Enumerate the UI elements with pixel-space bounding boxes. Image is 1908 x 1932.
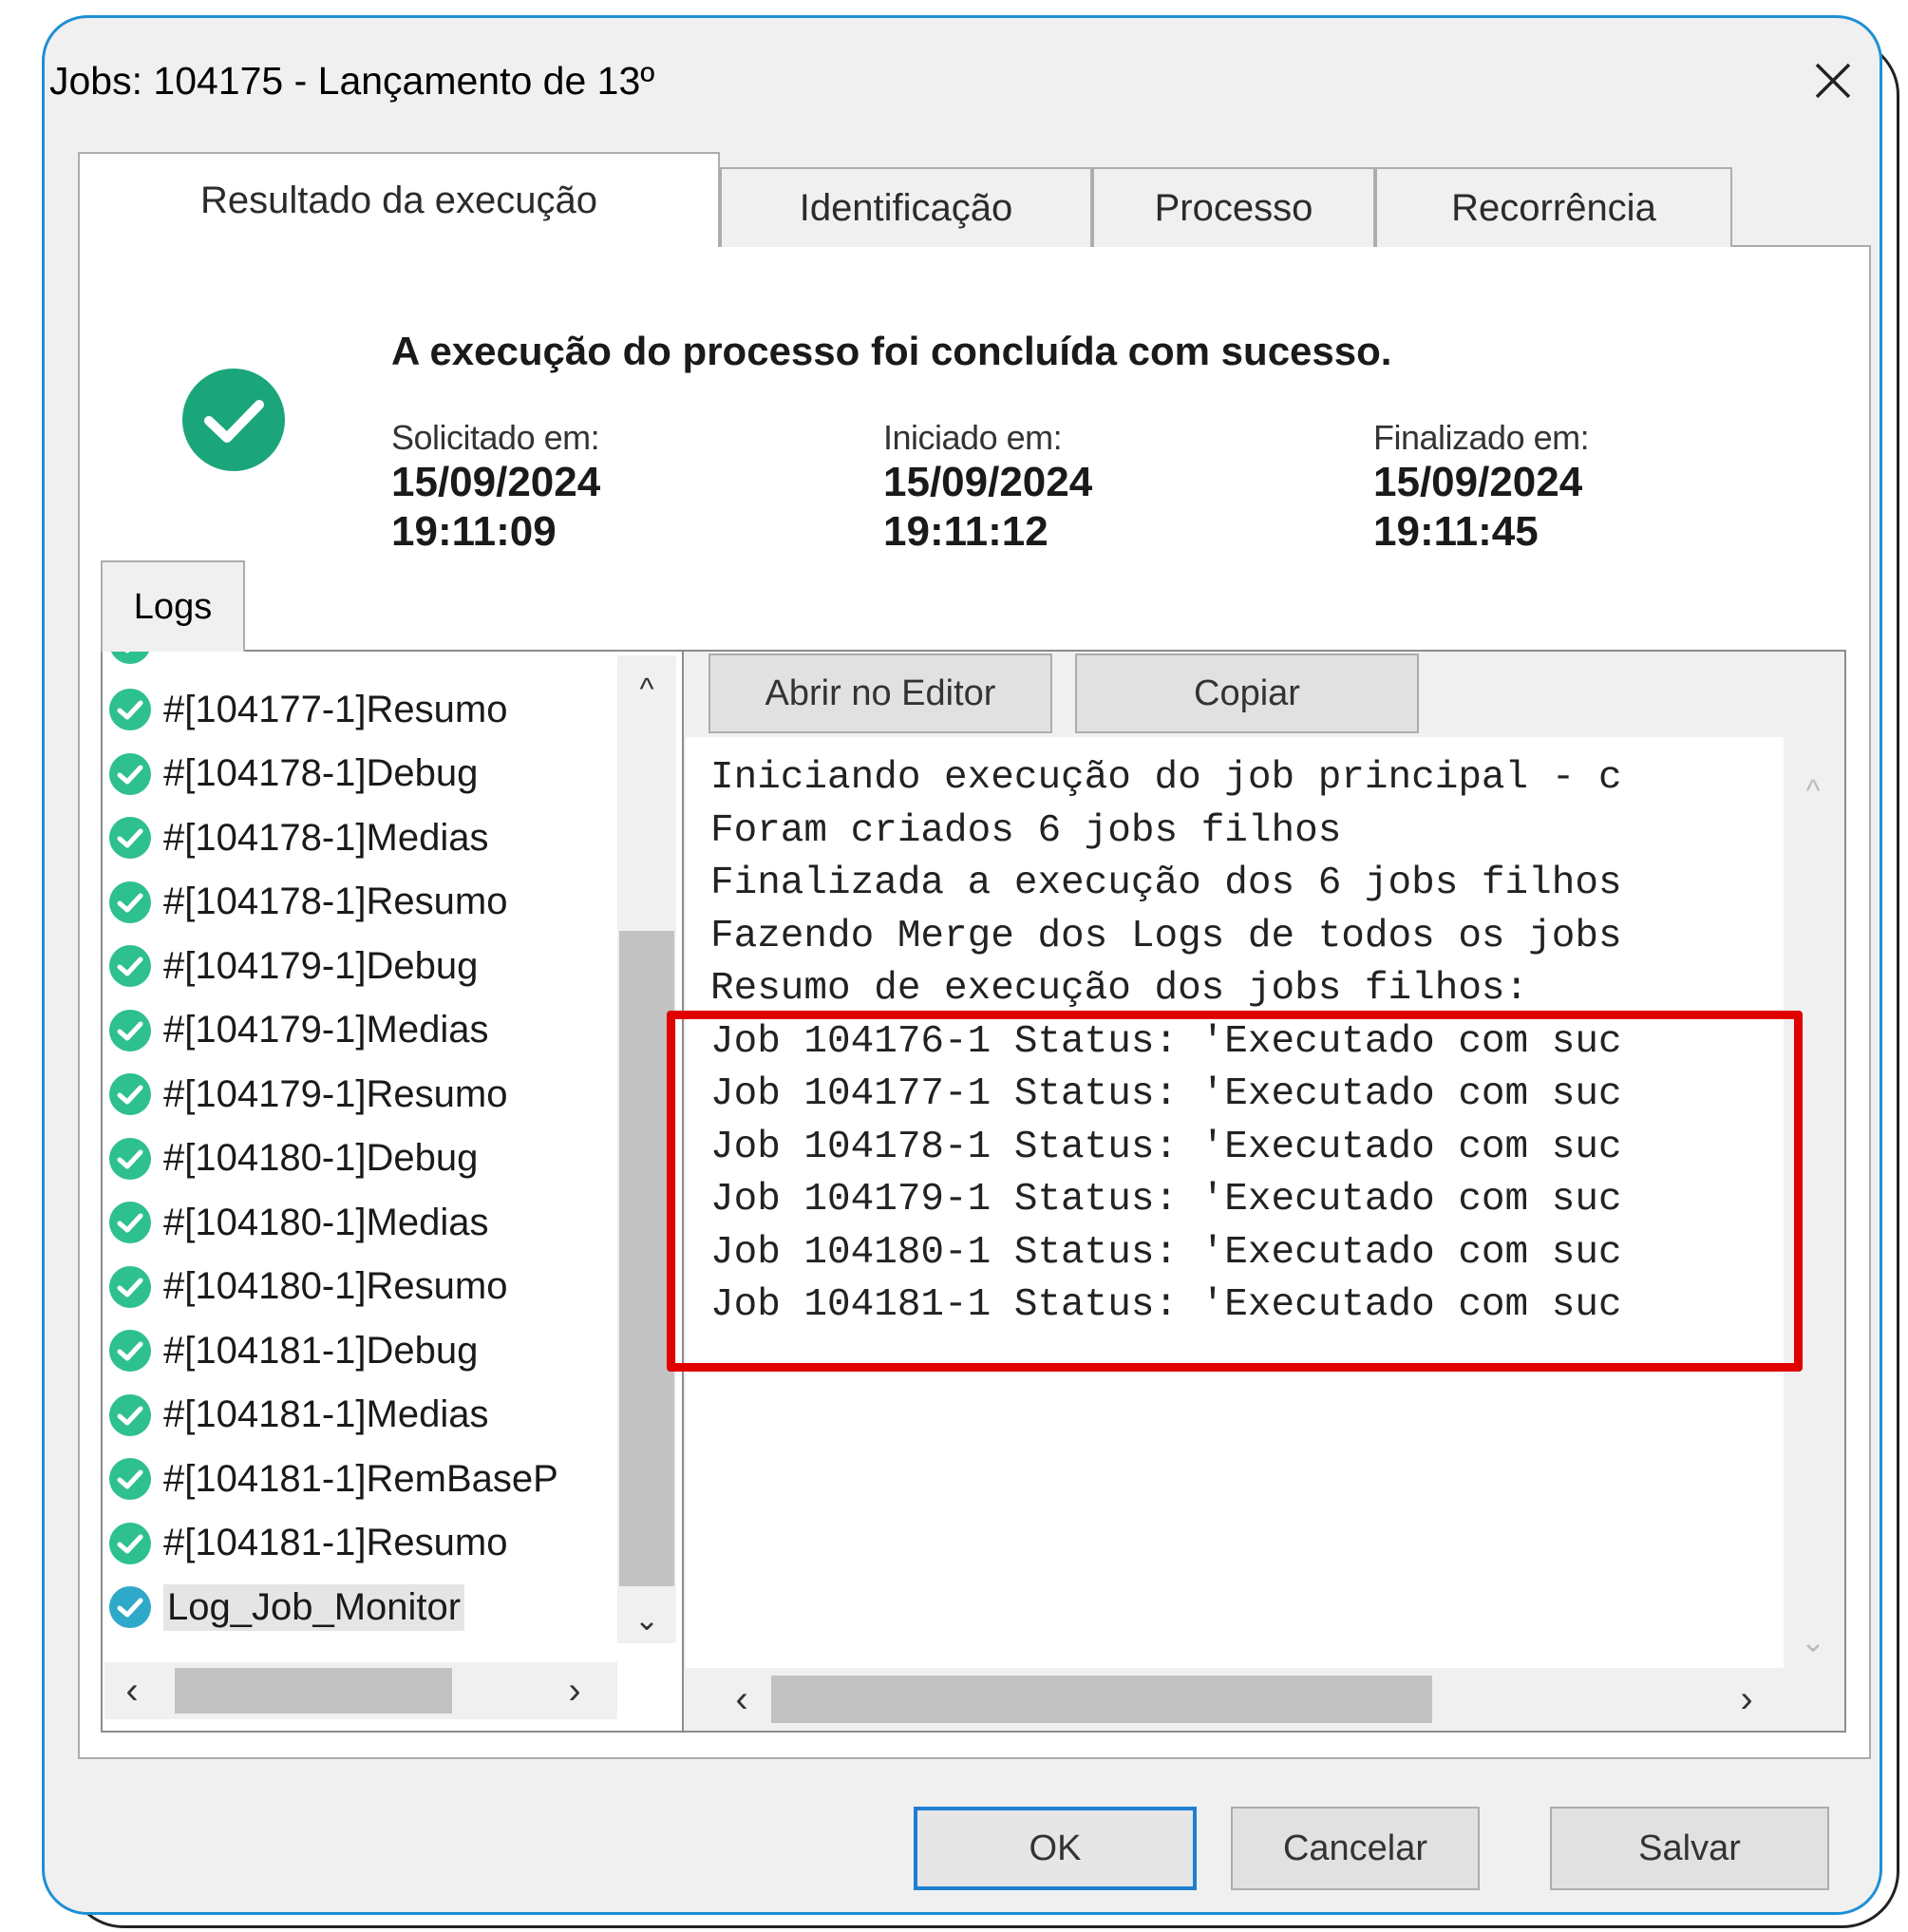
tab-logs[interactable]: Logs <box>101 560 245 652</box>
log-list-item[interactable]: #[104179-1]Resumo <box>108 1065 507 1124</box>
started-time: 19:11:12 <box>883 508 1048 555</box>
scroll-left-arrow-icon[interactable]: ‹ <box>108 1664 156 1717</box>
log-list-item[interactable]: #[104181-1]Debug <box>108 1321 478 1380</box>
save-button[interactable]: Salvar <box>1550 1807 1829 1890</box>
tab-processo[interactable]: Processo <box>1092 167 1375 247</box>
check-circle-icon <box>109 1586 151 1628</box>
finished-label: Finalizado em: <box>1373 418 1590 457</box>
log-list-item[interactable]: #[104178-1]Resumo <box>108 873 507 932</box>
highlight-annotation-box <box>667 1011 1803 1372</box>
console-line: Finalizada a execução dos 6 jobs filhos <box>710 862 1622 905</box>
log-list-item-label: #[104181-1]Debug <box>163 1329 479 1372</box>
requested-time: 19:11:09 <box>391 508 557 555</box>
log-list-item[interactable]: #[104180-1]Debug <box>108 1129 478 1188</box>
log-list-item-partial <box>108 652 163 672</box>
open-in-editor-button[interactable]: Abrir no Editor <box>708 653 1052 733</box>
log-list-item-label: #[104179-1]Medias <box>163 1009 489 1051</box>
log-list-item-label: #[104178-1]Resumo <box>163 881 508 922</box>
scroll-up-arrow-icon[interactable]: ^ <box>617 665 676 712</box>
check-circle-icon <box>109 1330 151 1372</box>
check-circle-icon <box>109 1137 151 1180</box>
tab-identificacao[interactable]: Identificação <box>720 167 1092 247</box>
console-line: Fazendo Merge dos Logs de todos os jobs <box>710 914 1622 958</box>
log-list-item-label: #[104178-1]Debug <box>163 752 479 794</box>
check-circle-icon <box>109 752 151 795</box>
requested-label: Solicitado em: <box>391 418 600 457</box>
check-circle-icon <box>109 1522 151 1564</box>
requested-date: 15/09/2024 <box>391 459 601 505</box>
log-list-item[interactable]: #[104178-1]Debug <box>108 745 478 804</box>
cancel-button[interactable]: Cancelar <box>1231 1807 1480 1890</box>
console-line: Foram criados 6 jobs filhos <box>710 808 1342 853</box>
log-list-item[interactable]: #[104179-1]Medias <box>108 1001 488 1060</box>
log-list-item-label: #[104179-1]Debug <box>163 944 479 987</box>
check-circle-icon <box>109 1458 151 1500</box>
log-list-item-label: #[104178-1]Medias <box>163 816 489 859</box>
log-list-item[interactable]: #[104178-1]Medias <box>108 808 488 867</box>
scroll-right-arrow-icon[interactable]: › <box>551 1664 598 1717</box>
console-line: Resumo de execução dos jobs filhos: <box>710 967 1529 1011</box>
scroll-down-arrow-icon[interactable]: ⌄ <box>617 1596 676 1643</box>
console-scroll-left-arrow-icon[interactable]: ‹ <box>718 1672 765 1727</box>
log-list-item-label: #[104180-1]Medias <box>163 1201 489 1243</box>
log-list-hscroll-thumb[interactable] <box>175 1668 452 1714</box>
finished-time: 19:11:45 <box>1373 508 1539 555</box>
finished-date: 15/09/2024 <box>1373 459 1583 505</box>
console-hscroll-thumb[interactable] <box>771 1676 1432 1723</box>
log-list-item[interactable]: #[104177-1]Resumo <box>108 680 507 739</box>
started-date: 15/09/2024 <box>883 459 1093 505</box>
log-list-item-label: #[104181-1]RemBaseP <box>163 1457 558 1500</box>
log-list-item[interactable]: #[104179-1]Debug <box>108 937 478 995</box>
log-list-item-label: #[104179-1]Resumo <box>163 1072 508 1115</box>
check-circle-icon <box>109 689 151 730</box>
check-circle-icon <box>109 1009 151 1051</box>
log-list-item-label: Log_Job_Monitor <box>163 1583 465 1631</box>
check-circle-icon <box>109 1265 151 1308</box>
log-list-item-label: #[104180-1]Resumo <box>163 1265 508 1307</box>
close-icon[interactable] <box>1809 57 1857 104</box>
check-circle-icon <box>180 367 287 473</box>
log-list-item-label: #[104181-1]Resumo <box>163 1522 508 1563</box>
log-list[interactable]: #[104177-1]Resumo #[104178-1]Debug #[10417… <box>103 652 684 1731</box>
log-list-item[interactable]: #[104180-1]Medias <box>108 1193 488 1252</box>
check-circle-icon <box>109 881 151 923</box>
execution-status-message: A execução do processo foi concluída com… <box>391 329 1392 373</box>
check-circle-icon <box>109 1202 151 1243</box>
tab-resultado-execucao[interactable]: Resultado da execução <box>78 152 720 247</box>
log-list-item[interactable]: #[104181-1]Resumo <box>108 1514 507 1573</box>
console-scroll-right-arrow-icon[interactable]: › <box>1723 1672 1770 1727</box>
ok-button[interactable]: OK <box>914 1807 1197 1890</box>
started-label: Iniciado em: <box>883 418 1063 457</box>
window-title: Jobs: 104175 - Lançamento de 13º <box>49 59 655 103</box>
log-list-item-label: #[104181-1]Medias <box>163 1393 489 1435</box>
log-list-item[interactable]: Log_Job_Monitor <box>108 1578 465 1637</box>
copy-button[interactable]: Copiar <box>1075 653 1419 733</box>
console-line: Iniciando execução do job principal - c <box>710 756 1622 800</box>
check-circle-icon <box>109 1073 151 1115</box>
tab-recorrencia[interactable]: Recorrência <box>1375 167 1732 247</box>
check-circle-icon <box>109 817 151 859</box>
log-list-item[interactable]: #[104181-1]Medias <box>108 1386 488 1445</box>
log-list-item[interactable]: #[104180-1]Resumo <box>108 1258 507 1316</box>
log-list-item[interactable]: #[104181-1]RemBaseP <box>108 1449 558 1508</box>
log-list-item-label: #[104180-1]Debug <box>163 1137 479 1179</box>
console-scroll-down-arrow-icon[interactable]: ⌄ <box>1784 1620 1842 1662</box>
console-scroll-up-arrow-icon[interactable]: ^ <box>1784 769 1842 811</box>
log-list-item-label: #[104177-1]Resumo <box>163 688 508 730</box>
check-circle-icon <box>109 945 151 987</box>
check-circle-icon <box>109 1393 151 1436</box>
